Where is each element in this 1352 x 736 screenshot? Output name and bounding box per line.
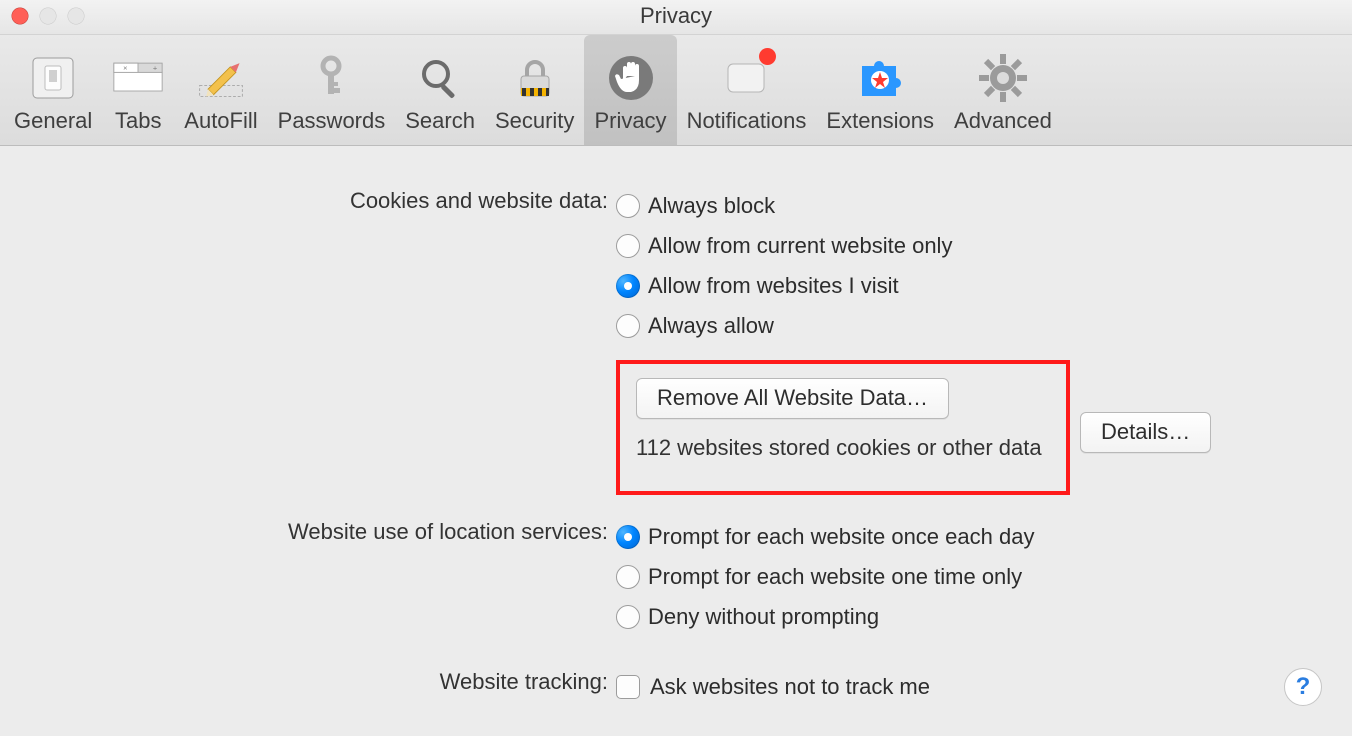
pencil-icon — [195, 52, 247, 104]
radio-prompt-once[interactable] — [616, 565, 640, 589]
tab-label: General — [14, 108, 92, 134]
tabs-icon: × + — [112, 52, 164, 104]
hand-icon — [605, 52, 657, 104]
stored-data-status: 112 websites stored cookies or other dat… — [636, 435, 1056, 461]
help-icon: ? — [1296, 673, 1311, 701]
tab-label: Security — [495, 108, 574, 134]
radio-label: Always allow — [648, 313, 774, 339]
puzzle-icon — [854, 52, 906, 104]
radio-always-allow[interactable] — [616, 314, 640, 338]
tab-passwords[interactable]: Passwords — [268, 35, 396, 145]
tab-advanced[interactable]: Advanced — [944, 35, 1062, 145]
tab-tabs[interactable]: × + Tabs — [102, 35, 174, 145]
svg-text:×: × — [123, 64, 127, 73]
tab-notifications[interactable]: Notifications — [677, 35, 817, 145]
radio-label: Allow from current website only — [648, 233, 952, 259]
section-location: Website use of location services: Prompt… — [30, 517, 1322, 637]
tab-label: Notifications — [687, 108, 807, 134]
radio-prompt-daily[interactable] — [616, 525, 640, 549]
section-tracking: Website tracking: Ask websites not to tr… — [30, 667, 1322, 707]
tab-label: Privacy — [594, 108, 666, 134]
radio-deny[interactable] — [616, 605, 640, 629]
cookies-label: Cookies and website data: — [30, 186, 616, 495]
radio-label: Deny without prompting — [648, 604, 879, 630]
location-label: Website use of location services: — [30, 517, 616, 637]
magnifier-icon — [414, 52, 466, 104]
key-icon — [305, 52, 357, 104]
do-not-track-checkbox[interactable] — [616, 675, 640, 699]
titlebar: Privacy — [0, 0, 1352, 35]
tab-label: Passwords — [278, 108, 386, 134]
details-button[interactable]: Details… — [1080, 412, 1211, 453]
radio-label: Prompt for each website once each day — [648, 524, 1034, 550]
tracking-label: Website tracking: — [30, 667, 616, 707]
svg-text:+: + — [153, 64, 157, 73]
help-button[interactable]: ? — [1284, 668, 1322, 706]
radio-allow-current[interactable] — [616, 234, 640, 258]
tab-privacy[interactable]: Privacy — [584, 35, 676, 145]
tab-search[interactable]: Search — [395, 35, 485, 145]
section-cookies: Cookies and website data: Always block A… — [30, 186, 1322, 495]
content-area: Cookies and website data: Always block A… — [0, 146, 1352, 707]
gear-icon — [977, 52, 1029, 104]
notification-badge — [759, 48, 776, 65]
tab-label: Tabs — [115, 108, 161, 134]
radio-label: Allow from websites I visit — [648, 273, 899, 299]
radio-allow-visited[interactable] — [616, 274, 640, 298]
lock-icon — [509, 52, 561, 104]
tab-autofill[interactable]: AutoFill — [174, 35, 267, 145]
remove-all-data-button[interactable]: Remove All Website Data… — [636, 378, 949, 419]
window-title: Privacy — [0, 3, 1352, 29]
radio-label: Always block — [648, 193, 775, 219]
tab-label: AutoFill — [184, 108, 257, 134]
radio-always-block[interactable] — [616, 194, 640, 218]
highlight-annotation: Remove All Website Data… 112 websites st… — [616, 360, 1070, 495]
tab-general[interactable]: General — [4, 35, 102, 145]
toolbar: General × + Tabs AutoFill — [0, 35, 1352, 146]
notification-icon — [720, 52, 772, 104]
tab-label: Advanced — [954, 108, 1052, 134]
switch-icon — [27, 52, 79, 104]
tab-security[interactable]: Security — [485, 35, 584, 145]
checkbox-label: Ask websites not to track me — [650, 674, 930, 700]
tab-extensions[interactable]: Extensions — [816, 35, 944, 145]
radio-label: Prompt for each website one time only — [648, 564, 1022, 590]
tab-label: Search — [405, 108, 475, 134]
tab-label: Extensions — [826, 108, 934, 134]
